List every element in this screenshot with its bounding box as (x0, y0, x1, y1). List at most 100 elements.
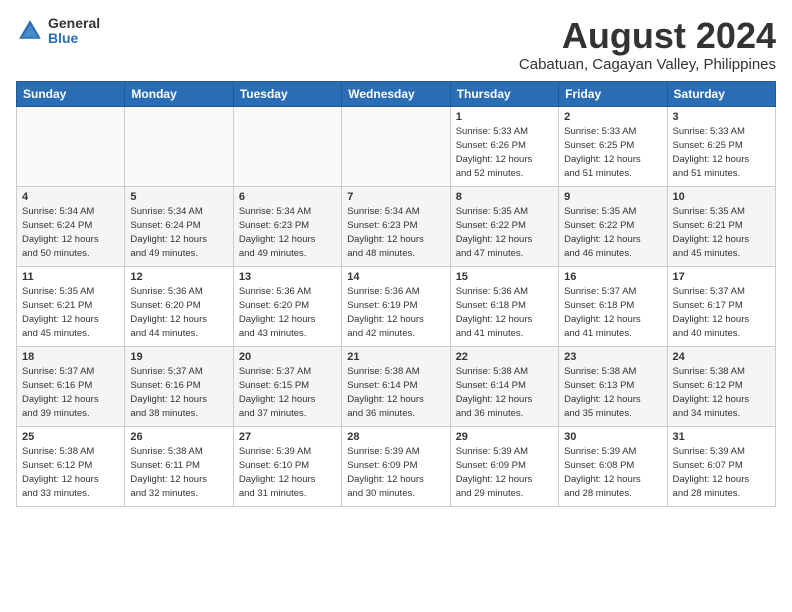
day-number: 16 (564, 271, 661, 283)
day-info: Sunrise: 5:38 AM Sunset: 6:14 PM Dayligh… (347, 365, 444, 422)
weekday-header-saturday: Saturday (667, 81, 775, 106)
day-info: Sunrise: 5:38 AM Sunset: 6:12 PM Dayligh… (22, 445, 119, 502)
calendar-cell: 24 Sunrise: 5:38 AM Sunset: 6:12 PM Dayli… (667, 346, 775, 426)
day-number: 27 (239, 431, 336, 443)
day-number: 14 (347, 271, 444, 283)
weekday-header-friday: Friday (559, 81, 667, 106)
calendar-cell: 10Sunrise: 5:35 AM Sunset: 6:21 PM Dayli… (667, 186, 775, 266)
day-number: 1 (456, 111, 553, 123)
calendar-week-1: 1 Sunrise: 5:33 AM Sunset: 6:26 PM Daylig… (17, 106, 776, 186)
calendar-cell: 26 Sunrise: 5:38 AM Sunset: 6:11 PM Dayli… (125, 426, 233, 506)
day-info: Sunrise: 5:33 AM Sunset: 6:25 PM Dayligh… (673, 125, 770, 182)
day-number: 25 (22, 431, 119, 443)
day-number: 18 (22, 351, 119, 363)
day-number: 11 (22, 271, 119, 283)
calendar-week-3: 11 Sunrise: 5:35 AM Sunset: 6:21 PM Dayli… (17, 266, 776, 346)
day-number: 22 (456, 351, 553, 363)
day-info: Sunrise: 5:37 AM Sunset: 6:17 PM Dayligh… (673, 285, 770, 342)
day-info: Sunrise: 5:39 AM Sunset: 6:08 PM Dayligh… (564, 445, 661, 502)
calendar-cell: 16 Sunrise: 5:37 AM Sunset: 6:18 PM Dayli… (559, 266, 667, 346)
day-number: 19 (130, 351, 227, 363)
weekday-header-monday: Monday (125, 81, 233, 106)
logo-text: General Blue (48, 16, 100, 47)
day-number: 4 (22, 191, 119, 203)
page-header: General Blue August 2024 Cabatuan, Cagay… (16, 16, 776, 73)
calendar-cell: 9Sunrise: 5:35 AM Sunset: 6:22 PM Daylig… (559, 186, 667, 266)
calendar-cell: 4Sunrise: 5:34 AM Sunset: 6:24 PM Daylig… (17, 186, 125, 266)
calendar-cell: 23Sunrise: 5:38 AM Sunset: 6:13 PM Dayli… (559, 346, 667, 426)
calendar-cell: 22Sunrise: 5:38 AM Sunset: 6:14 PM Dayli… (450, 346, 558, 426)
day-info: Sunrise: 5:34 AM Sunset: 6:23 PM Dayligh… (239, 205, 336, 262)
calendar-cell: 19Sunrise: 5:37 AM Sunset: 6:16 PM Dayli… (125, 346, 233, 426)
day-info: Sunrise: 5:37 AM Sunset: 6:16 PM Dayligh… (22, 365, 119, 422)
calendar-cell (17, 106, 125, 186)
logo-icon (16, 17, 44, 45)
calendar-cell: 17 Sunrise: 5:37 AM Sunset: 6:17 PM Dayli… (667, 266, 775, 346)
day-info: Sunrise: 5:37 AM Sunset: 6:18 PM Dayligh… (564, 285, 661, 342)
day-number: 21 (347, 351, 444, 363)
day-number: 12 (130, 271, 227, 283)
day-number: 17 (673, 271, 770, 283)
calendar-cell (125, 106, 233, 186)
calendar-cell: 7Sunrise: 5:34 AM Sunset: 6:23 PM Daylig… (342, 186, 450, 266)
calendar-cell: 15 Sunrise: 5:36 AM Sunset: 6:18 PM Dayli… (450, 266, 558, 346)
calendar-cell: 14 Sunrise: 5:36 AM Sunset: 6:19 PM Dayli… (342, 266, 450, 346)
day-number: 6 (239, 191, 336, 203)
calendar-cell: 25 Sunrise: 5:38 AM Sunset: 6:12 PM Dayli… (17, 426, 125, 506)
logo-blue: Blue (48, 31, 100, 46)
day-info: Sunrise: 5:35 AM Sunset: 6:22 PM Dayligh… (564, 205, 661, 262)
weekday-header-thursday: Thursday (450, 81, 558, 106)
day-info: Sunrise: 5:35 AM Sunset: 6:21 PM Dayligh… (22, 285, 119, 342)
day-number: 31 (673, 431, 770, 443)
calendar-week-4: 18 Sunrise: 5:37 AM Sunset: 6:16 PM Dayli… (17, 346, 776, 426)
day-number: 24 (673, 351, 770, 363)
calendar-cell: 31 Sunrise: 5:39 AM Sunset: 6:07 PM Dayli… (667, 426, 775, 506)
weekday-header-tuesday: Tuesday (233, 81, 341, 106)
calendar-week-5: 25 Sunrise: 5:38 AM Sunset: 6:12 PM Dayli… (17, 426, 776, 506)
calendar-cell: 27Sunrise: 5:39 AM Sunset: 6:10 PM Dayli… (233, 426, 341, 506)
weekday-header-sunday: Sunday (17, 81, 125, 106)
calendar-cell: 30Sunrise: 5:39 AM Sunset: 6:08 PM Dayli… (559, 426, 667, 506)
weekday-header-wednesday: Wednesday (342, 81, 450, 106)
title-block: August 2024 Cabatuan, Cagayan Valley, Ph… (519, 16, 776, 73)
day-info: Sunrise: 5:37 AM Sunset: 6:15 PM Dayligh… (239, 365, 336, 422)
day-info: Sunrise: 5:35 AM Sunset: 6:22 PM Dayligh… (456, 205, 553, 262)
calendar-week-2: 4 Sunrise: 5:34 AM Sunset: 6:24 PM Daylig… (17, 186, 776, 266)
calendar-cell: 8 Sunrise: 5:35 AM Sunset: 6:22 PM Daylig… (450, 186, 558, 266)
calendar-cell: 28 Sunrise: 5:39 AM Sunset: 6:09 PM Dayli… (342, 426, 450, 506)
day-info: Sunrise: 5:36 AM Sunset: 6:20 PM Dayligh… (239, 285, 336, 342)
calendar-cell: 18 Sunrise: 5:37 AM Sunset: 6:16 PM Dayli… (17, 346, 125, 426)
calendar: SundayMondayTuesdayWednesdayThursdayFrid… (16, 81, 776, 507)
day-info: Sunrise: 5:36 AM Sunset: 6:20 PM Dayligh… (130, 285, 227, 342)
day-number: 5 (130, 191, 227, 203)
day-info: Sunrise: 5:38 AM Sunset: 6:11 PM Dayligh… (130, 445, 227, 502)
calendar-cell: 3 Sunrise: 5:33 AM Sunset: 6:25 PM Daylig… (667, 106, 775, 186)
weekday-header-row: SundayMondayTuesdayWednesdayThursdayFrid… (17, 81, 776, 106)
location: Cabatuan, Cagayan Valley, Philippines (519, 56, 776, 73)
day-info: Sunrise: 5:39 AM Sunset: 6:09 PM Dayligh… (347, 445, 444, 502)
day-number: 23 (564, 351, 661, 363)
calendar-cell: 20 Sunrise: 5:37 AM Sunset: 6:15 PM Dayli… (233, 346, 341, 426)
calendar-cell: 1 Sunrise: 5:33 AM Sunset: 6:26 PM Daylig… (450, 106, 558, 186)
calendar-cell: 6 Sunrise: 5:34 AM Sunset: 6:23 PM Daylig… (233, 186, 341, 266)
day-info: Sunrise: 5:34 AM Sunset: 6:24 PM Dayligh… (130, 205, 227, 262)
day-info: Sunrise: 5:39 AM Sunset: 6:07 PM Dayligh… (673, 445, 770, 502)
day-info: Sunrise: 5:38 AM Sunset: 6:12 PM Dayligh… (673, 365, 770, 422)
calendar-cell: 21 Sunrise: 5:38 AM Sunset: 6:14 PM Dayli… (342, 346, 450, 426)
day-number: 26 (130, 431, 227, 443)
day-number: 15 (456, 271, 553, 283)
day-number: 29 (456, 431, 553, 443)
day-info: Sunrise: 5:36 AM Sunset: 6:18 PM Dayligh… (456, 285, 553, 342)
day-info: Sunrise: 5:33 AM Sunset: 6:26 PM Dayligh… (456, 125, 553, 182)
day-number: 8 (456, 191, 553, 203)
calendar-cell: 11 Sunrise: 5:35 AM Sunset: 6:21 PM Dayli… (17, 266, 125, 346)
day-number: 3 (673, 111, 770, 123)
day-number: 20 (239, 351, 336, 363)
day-number: 28 (347, 431, 444, 443)
calendar-cell: 29 Sunrise: 5:39 AM Sunset: 6:09 PM Dayli… (450, 426, 558, 506)
day-info: Sunrise: 5:35 AM Sunset: 6:21 PM Dayligh… (673, 205, 770, 262)
calendar-cell (342, 106, 450, 186)
day-info: Sunrise: 5:33 AM Sunset: 6:25 PM Dayligh… (564, 125, 661, 182)
day-info: Sunrise: 5:36 AM Sunset: 6:19 PM Dayligh… (347, 285, 444, 342)
day-info: Sunrise: 5:39 AM Sunset: 6:09 PM Dayligh… (456, 445, 553, 502)
